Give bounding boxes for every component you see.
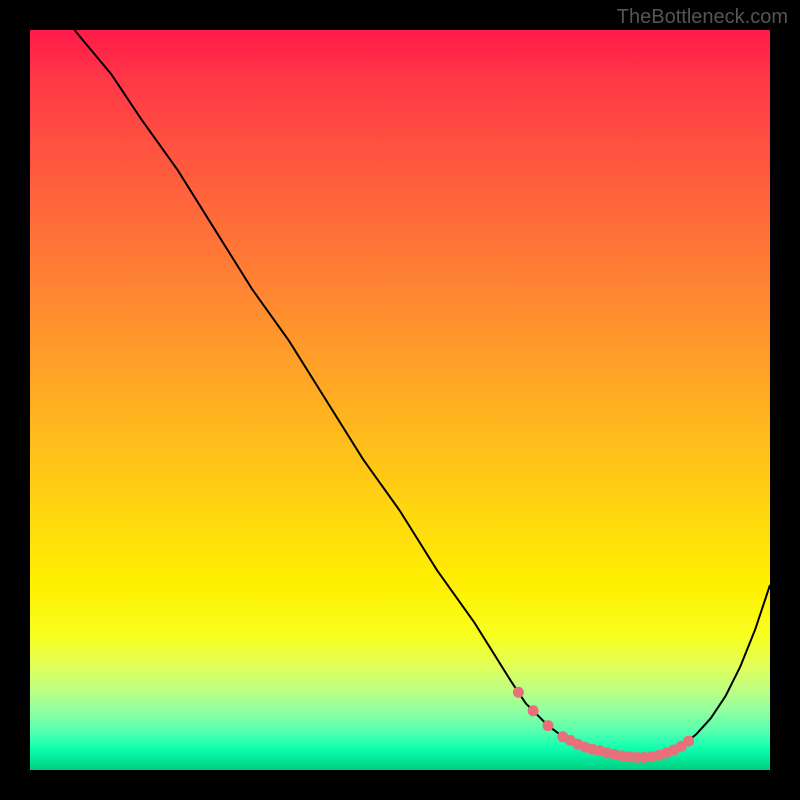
watermark-text: TheBottleneck.com [617,6,788,29]
valley-dots [30,30,770,770]
chart-area [30,30,770,770]
